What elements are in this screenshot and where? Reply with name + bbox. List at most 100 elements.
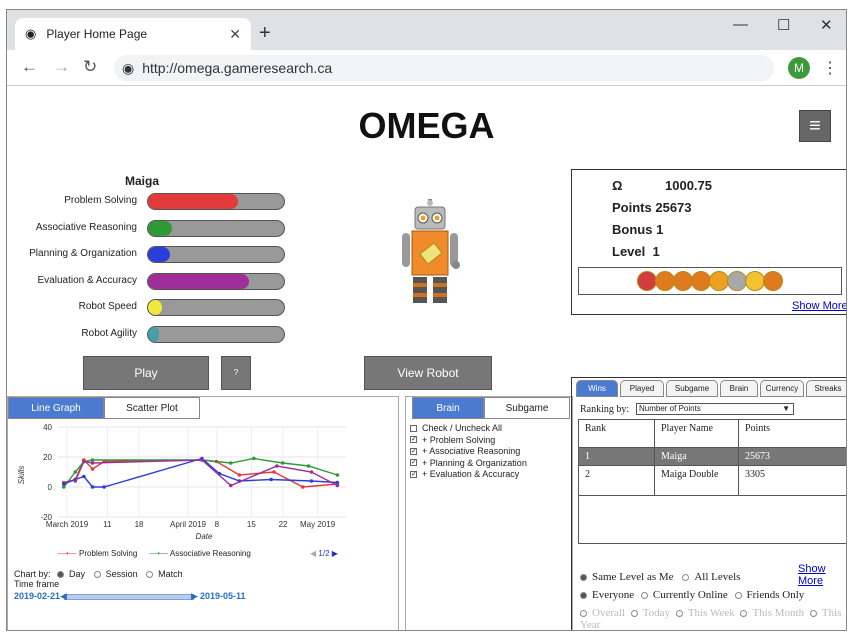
skill-bar: [147, 219, 285, 237]
data-point: [200, 458, 204, 462]
time-range-slider[interactable]: [64, 594, 194, 600]
checkbox[interactable]: ✓: [410, 459, 417, 466]
day-radio[interactable]: [57, 571, 65, 579]
checkbox[interactable]: ✓: [410, 447, 417, 455]
rank-tab[interactable]: Streaks: [806, 380, 846, 397]
table-row[interactable]: 2 Maiga Double 3305: [578, 465, 846, 496]
brain-filter-panel: Brain Subgame Check / Uncheck All ✓ + Prob…: [405, 396, 573, 630]
all-levels-radio[interactable]: [682, 573, 690, 581]
view-robot-button[interactable]: View Robot: [364, 356, 492, 390]
tab-brain[interactable]: Brain: [412, 397, 484, 419]
ranking-show-more-link[interactable]: Show More: [798, 563, 846, 587]
match-radio[interactable]: [146, 571, 154, 579]
more-menu-icon[interactable]: ⋮: [822, 58, 838, 78]
achievement-badge-icon[interactable]: [745, 271, 765, 291]
today-label: Today: [642, 607, 671, 619]
week-radio[interactable]: [675, 609, 683, 617]
title-bar: ◉ Player Home Page ✕ + — ☐ ✕: [7, 10, 846, 50]
close-window-icon[interactable]: ✕: [820, 16, 833, 34]
skill-bar: [147, 272, 285, 290]
checkbox[interactable]: ✓: [410, 470, 417, 478]
forward-icon[interactable]: →: [53, 57, 70, 77]
rank-tab[interactable]: Wins: [576, 380, 618, 397]
row-player: Maiga: [654, 447, 739, 466]
skill-bar-fill: [148, 273, 249, 289]
everyone-radio[interactable]: [580, 591, 587, 599]
achievement-badge-icon[interactable]: [637, 271, 657, 291]
x-tick-label: 11: [103, 520, 112, 529]
data-point: [309, 470, 314, 474]
robot-avatar[interactable]: [400, 199, 462, 304]
skill-label: Robot Speed: [78, 301, 137, 313]
skill-checkbox-item[interactable]: ✓ + Associative Reasoning: [410, 446, 520, 456]
points-label: Points: [612, 200, 652, 215]
tab-subgame[interactable]: Subgame: [484, 397, 570, 419]
achievement-badge-icon[interactable]: [673, 271, 693, 291]
tab-scatter-plot[interactable]: Scatter Plot: [104, 397, 200, 419]
data-point: [269, 477, 273, 482]
help-button[interactable]: ?: [221, 356, 251, 390]
slider-left-handle[interactable]: ◀: [60, 591, 67, 602]
friends-radio[interactable]: [734, 591, 742, 599]
data-point: [82, 459, 86, 464]
achievement-badge-icon[interactable]: [709, 271, 729, 291]
legend-item[interactable]: —•— Associative Reasoning: [149, 549, 251, 558]
level-filter: Same Level as Me All Levels: [580, 571, 740, 583]
profile-avatar[interactable]: M: [788, 57, 810, 79]
slider-right-handle[interactable]: ▶: [191, 591, 198, 602]
url-field[interactable]: ◉ http://omega.gameresearch.ca: [114, 55, 774, 81]
legend-pager[interactable]: ◀ 1/2 ▶: [310, 549, 338, 558]
data-point: [335, 473, 340, 477]
back-icon[interactable]: ←: [21, 57, 38, 77]
achievement-badge-icon[interactable]: [691, 271, 711, 291]
table-empty-row: [578, 495, 846, 544]
rank-tab[interactable]: Currency: [760, 380, 804, 397]
close-tab-icon[interactable]: ✕: [229, 26, 241, 43]
tab-line-graph[interactable]: Line Graph: [8, 397, 104, 419]
skill-bar-fill: [148, 220, 173, 236]
checkbox[interactable]: ✓: [410, 436, 417, 443]
rank-tab[interactable]: Brain: [720, 380, 758, 397]
ranking-table: Rank Player Name Points 1 Maiga 25673 2 …: [578, 419, 846, 544]
overall-radio[interactable]: [580, 609, 587, 617]
legend-item[interactable]: —•— Problem Solving: [58, 549, 137, 558]
reload-icon[interactable]: ↻: [83, 57, 97, 77]
checkbox[interactable]: [410, 424, 417, 432]
online-radio[interactable]: [640, 591, 648, 599]
x-tick-label: 18: [135, 520, 144, 529]
new-tab-icon[interactable]: +: [259, 22, 271, 45]
minimize-icon[interactable]: —: [733, 16, 748, 33]
data-point: [73, 470, 78, 474]
achievement-badge-icon[interactable]: [727, 271, 747, 291]
chart-legend: —•— Problem Solving —•— Associative Reaso…: [58, 549, 263, 558]
browser-tab[interactable]: ◉ Player Home Page ✕: [15, 18, 251, 50]
year-radio[interactable]: [809, 609, 817, 617]
today-radio[interactable]: [630, 609, 638, 617]
skill-checkbox-item[interactable]: ✓ + Planning & Organization: [410, 458, 527, 468]
skill-checkbox-item[interactable]: ✓ + Problem Solving: [410, 435, 495, 445]
achievement-badge-icon[interactable]: [763, 271, 783, 291]
ranking-by-select[interactable]: Number of Points ▼: [636, 403, 794, 415]
chart-panel: Line Graph Scatter Plot 40 20 0 -20 March 20…: [7, 396, 399, 630]
stats-show-more-link[interactable]: Show More: [792, 300, 846, 312]
data-point: [229, 483, 233, 488]
rank-tab[interactable]: Played: [620, 380, 664, 397]
skill-bar: [147, 246, 285, 264]
player-name: Maiga: [125, 174, 160, 188]
same-level-radio[interactable]: [580, 573, 587, 581]
skill-checkbox-item[interactable]: Check / Uncheck All: [410, 423, 502, 433]
play-button[interactable]: Play: [83, 356, 209, 390]
checkbox-label: Check / Uncheck All: [422, 423, 503, 433]
data-point: [272, 470, 276, 474]
month-radio[interactable]: [740, 609, 748, 617]
y-tick-label: 0: [48, 483, 53, 492]
session-radio[interactable]: [93, 571, 101, 579]
maximize-icon[interactable]: ☐: [777, 16, 790, 34]
table-row[interactable]: 1 Maiga 25673: [578, 447, 846, 466]
data-point: [280, 461, 285, 465]
hamburger-icon[interactable]: ≡: [799, 110, 831, 142]
rank-tab[interactable]: Subgame: [666, 380, 718, 397]
skill-bar-fill: [148, 194, 238, 209]
achievement-badge-icon[interactable]: [655, 271, 675, 291]
skill-checkbox-item[interactable]: ✓ + Evaluation & Accuracy: [410, 469, 519, 479]
